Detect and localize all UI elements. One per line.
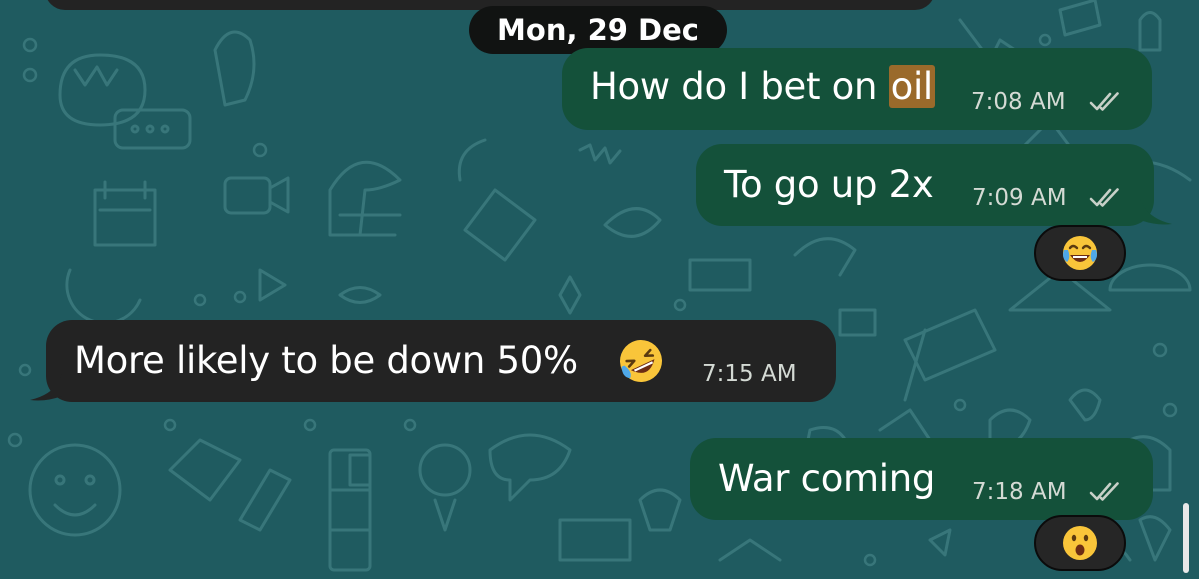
bubble-tail (1140, 198, 1172, 225)
incoming-message[interactable]: More likely to be down 50% 7:15 AM (46, 320, 836, 402)
message-reaction[interactable] (1034, 225, 1126, 281)
date-separator: Mon, 29 Dec (469, 6, 727, 54)
message-text-part: How do I bet on (590, 65, 889, 108)
message-reaction[interactable] (1034, 515, 1126, 571)
read-receipt-icon (1089, 92, 1119, 111)
face-with-tears-of-joy-icon (1063, 236, 1097, 270)
message-text: How do I bet on oil (590, 65, 935, 109)
face-with-open-mouth-icon (1063, 526, 1097, 560)
search-highlight: oil (888, 65, 935, 108)
message-time: 7:15 AM (702, 361, 797, 387)
message-time: 7:08 AM (971, 89, 1066, 115)
scrollbar[interactable] (1183, 503, 1189, 573)
message-time: 7:09 AM (972, 185, 1067, 211)
read-receipt-icon (1089, 188, 1119, 207)
outgoing-message[interactable]: How do I bet on oil 7:08 AM (562, 48, 1152, 130)
message-text: War coming (718, 457, 936, 500)
bubble-tail (30, 374, 62, 401)
outgoing-message[interactable]: War coming 7:18 AM (690, 438, 1153, 520)
read-receipt-icon (1089, 482, 1119, 501)
message-text: More likely to be down 50% (74, 339, 578, 382)
outgoing-message[interactable]: To go up 2x 7:09 AM (696, 144, 1154, 226)
message-text: To go up 2x (724, 163, 934, 206)
message-time: 7:18 AM (972, 479, 1067, 505)
rolling-on-the-floor-laughing-icon (620, 340, 662, 382)
